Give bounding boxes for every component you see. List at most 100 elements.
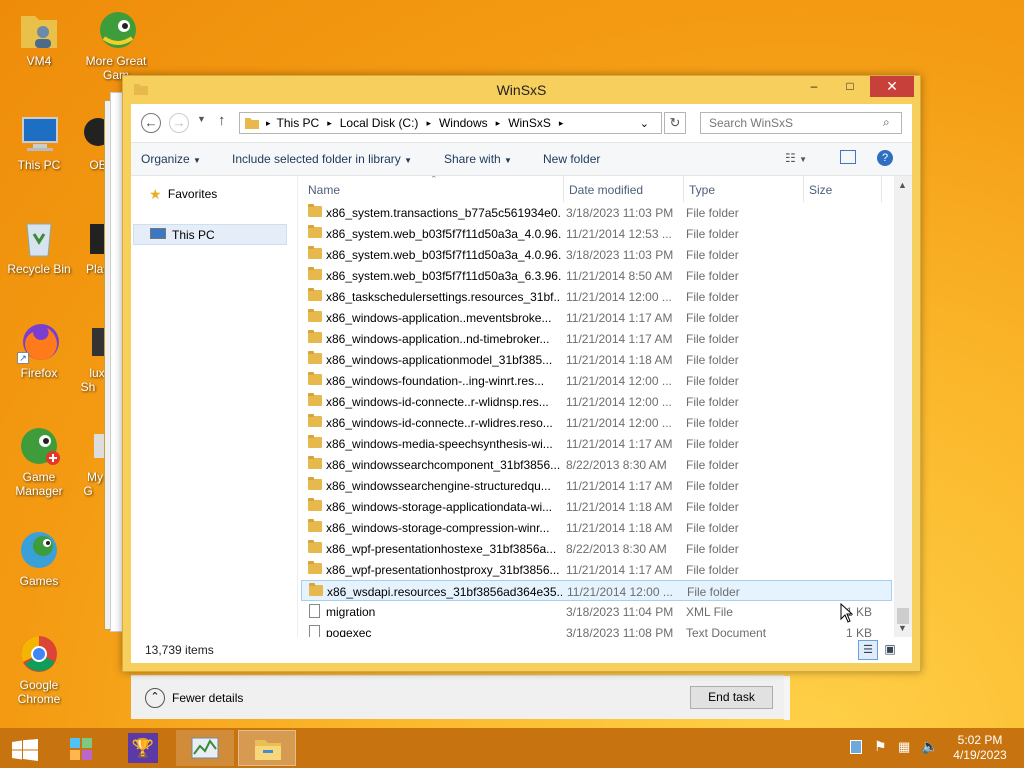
- breadcrumb-this-pc[interactable]: This PC: [277, 116, 320, 130]
- forward-button[interactable]: →: [169, 113, 189, 133]
- desktop-icon-firefox[interactable]: ↗ Firefox: [3, 320, 75, 380]
- file-row[interactable]: x86_windows-id-connecte..r-wlidres.reso.…: [301, 412, 892, 433]
- user-folder-icon: [17, 8, 61, 52]
- change-view-icon[interactable]: ☷ ▼: [785, 151, 807, 165]
- file-row[interactable]: x86_windows-storage-compression-winr... 1…: [301, 517, 892, 538]
- file-row[interactable]: x86_system.web_b03f5f7f11d50a3a_4.0.96..…: [301, 223, 892, 244]
- file-row[interactable]: x86_wpf-presentationhostexe_31bf3856a...…: [301, 538, 892, 559]
- vertical-scrollbar[interactable]: ▲ ▼: [894, 176, 912, 637]
- desktop-icon-my-g[interactable]: My G: [68, 424, 108, 498]
- scroll-up-icon[interactable]: ▲: [898, 180, 907, 190]
- include-in-library-menu[interactable]: Include selected folder in library ▼: [232, 152, 412, 166]
- desktop-icon-more-great-games[interactable]: More Great Gam: [80, 8, 152, 82]
- minimize-button[interactable]: –: [800, 76, 828, 97]
- file-row[interactable]: x86_windows-application..nd-timebroker..…: [301, 328, 892, 349]
- file-row[interactable]: x86_windowssearchengine-structuredqu... 1…: [301, 475, 892, 496]
- desktop-icon-ob[interactable]: OB: [68, 112, 108, 172]
- network-icon[interactable]: ▦: [898, 739, 910, 755]
- desktop-icon-this-pc[interactable]: This PC: [3, 112, 75, 172]
- breadcrumb-arrow-icon[interactable]: ▸: [496, 118, 501, 129]
- folder-icon: [308, 393, 322, 406]
- address-dropdown-chevron-icon[interactable]: ⌄: [640, 117, 649, 130]
- file-name: x86_windows-id-connecte..r-wlidres.reso.…: [326, 416, 553, 430]
- file-row[interactable]: x86_wsdapi.resources_31bf3856ad364e35...…: [301, 580, 892, 601]
- file-row[interactable]: x86_system.web_b03f5f7f11d50a3a_6.3.96..…: [301, 265, 892, 286]
- scroll-down-icon[interactable]: ▼: [898, 623, 907, 633]
- column-divider[interactable]: [803, 176, 804, 202]
- search-input[interactable]: Search WinSxS: [700, 112, 902, 134]
- breadcrumb-winsxs[interactable]: WinSxS: [508, 116, 551, 130]
- organize-menu[interactable]: Organize ▼: [141, 152, 201, 166]
- file-row[interactable]: x86_wpf-presentationhostproxy_31bf3856..…: [301, 559, 892, 580]
- breadcrumb-windows[interactable]: Windows: [439, 116, 488, 130]
- refresh-button[interactable]: ↻: [664, 112, 686, 134]
- file-row[interactable]: x86_taskschedulersettings.resources_31bf…: [301, 286, 892, 307]
- nav-this-pc-label: This PC: [172, 228, 215, 242]
- nav-item-this-pc[interactable]: This PC: [133, 224, 287, 245]
- column-divider[interactable]: [683, 176, 684, 202]
- volume-icon[interactable]: 🔈: [921, 738, 938, 755]
- column-header-type[interactable]: Type: [689, 183, 715, 197]
- column-header-name[interactable]: Name: [308, 183, 340, 197]
- scroll-thumb[interactable]: [897, 608, 909, 624]
- file-date: 11/21/2014 1:17 AM: [566, 311, 673, 325]
- taskbar-item-task-manager[interactable]: [176, 730, 234, 766]
- file-type: File folder: [686, 437, 739, 451]
- title-bar[interactable]: WinSxS – □ ✕: [123, 76, 920, 104]
- file-row[interactable]: x86_windows-applicationmodel_31bf385... 1…: [301, 349, 892, 370]
- details-view-icon[interactable]: ☰: [858, 640, 878, 660]
- end-task-button[interactable]: End task: [690, 686, 773, 709]
- breadcrumb-arrow-icon[interactable]: ▸: [266, 118, 271, 129]
- help-icon[interactable]: ?: [877, 150, 893, 166]
- action-center-flag-icon[interactable]: ⚑: [874, 738, 887, 755]
- taskbar-item-trophy[interactable]: 🏆: [114, 730, 172, 766]
- file-date: 8/22/2013 8:30 AM: [566, 542, 667, 556]
- nav-item-favorites[interactable]: ★ Favorites: [149, 186, 217, 203]
- file-row[interactable]: x86_windowssearchcomponent_31bf3856... 8/…: [301, 454, 892, 475]
- clock[interactable]: 5:02 PM 4/19/2023: [950, 733, 1010, 763]
- preview-pane-icon[interactable]: [840, 150, 856, 164]
- desktop-icon-play[interactable]: Play: [68, 216, 108, 276]
- close-button[interactable]: ✕: [870, 76, 914, 97]
- desktop-icon-game-manager[interactable]: Game Manager: [3, 424, 75, 498]
- file-row[interactable]: x86_windows-application..meventsbroke...…: [301, 307, 892, 328]
- desktop-icon-recycle-bin[interactable]: Recycle Bin: [3, 216, 75, 276]
- tray-app-icon[interactable]: [850, 740, 862, 754]
- up-button[interactable]: ↑: [218, 112, 226, 129]
- file-row[interactable]: x86_windows-foundation-..ing-winrt.res..…: [301, 370, 892, 391]
- breadcrumb-arrow-icon[interactable]: ▸: [327, 118, 332, 129]
- breadcrumb-arrow-icon[interactable]: ▸: [559, 118, 564, 129]
- breadcrumb-arrow-icon[interactable]: ▸: [426, 118, 431, 129]
- folder-icon: [308, 330, 322, 343]
- recent-locations-chevron-icon[interactable]: ▼: [197, 114, 206, 124]
- large-icons-view-icon[interactable]: ▣: [880, 640, 900, 660]
- column-header-date[interactable]: Date modified: [569, 183, 643, 197]
- file-row[interactable]: x86_windows-id-connecte..r-wlidnsp.res..…: [301, 391, 892, 412]
- desktop-icon-google-chrome[interactable]: Google Chrome: [3, 632, 75, 706]
- maximize-button[interactable]: □: [836, 76, 864, 97]
- desktop-icon-label: Game Manager: [15, 470, 63, 498]
- start-button[interactable]: [0, 730, 48, 766]
- fewer-details-link[interactable]: Fewer details: [172, 691, 243, 705]
- new-folder-button[interactable]: New folder: [543, 152, 600, 166]
- file-row[interactable]: x86_windows-media-speechsynthesis-wi... 1…: [301, 433, 892, 454]
- address-path[interactable]: ▸ This PC ▸ Local Disk (C:) ▸ Windows ▸ …: [239, 112, 662, 134]
- taskbar-item-puzzle[interactable]: [52, 730, 110, 766]
- desktop-icon-vm4[interactable]: VM4: [3, 8, 75, 68]
- file-row[interactable]: x86_system.web_b03f5f7f11d50a3a_4.0.96..…: [301, 244, 892, 265]
- folder-icon: [308, 561, 322, 574]
- column-divider[interactable]: [563, 176, 564, 202]
- file-row[interactable]: migration 3/18/2023 11:04 PM XML File 1 KB: [301, 601, 892, 622]
- column-divider[interactable]: [881, 176, 882, 202]
- breadcrumb-local-disk[interactable]: Local Disk (C:): [340, 116, 419, 130]
- file-row[interactable]: x86_windows-storage-applicationdata-wi..…: [301, 496, 892, 517]
- back-button[interactable]: ←: [141, 113, 161, 133]
- desktop-icon-games[interactable]: Games: [3, 528, 75, 588]
- chevron-up-icon[interactable]: ⌃: [145, 688, 165, 708]
- desktop-icon-lux[interactable]: lux Sh: [68, 320, 108, 394]
- taskbar-item-file-explorer[interactable]: [238, 730, 296, 766]
- file-row[interactable]: poqexec 3/18/2023 11:08 PM Text Document 1 …: [301, 622, 892, 637]
- file-row[interactable]: x86_system.transactions_b77a5c561934e0..…: [301, 202, 892, 223]
- column-header-size[interactable]: Size: [809, 183, 832, 197]
- share-with-menu[interactable]: Share with ▼: [444, 152, 512, 166]
